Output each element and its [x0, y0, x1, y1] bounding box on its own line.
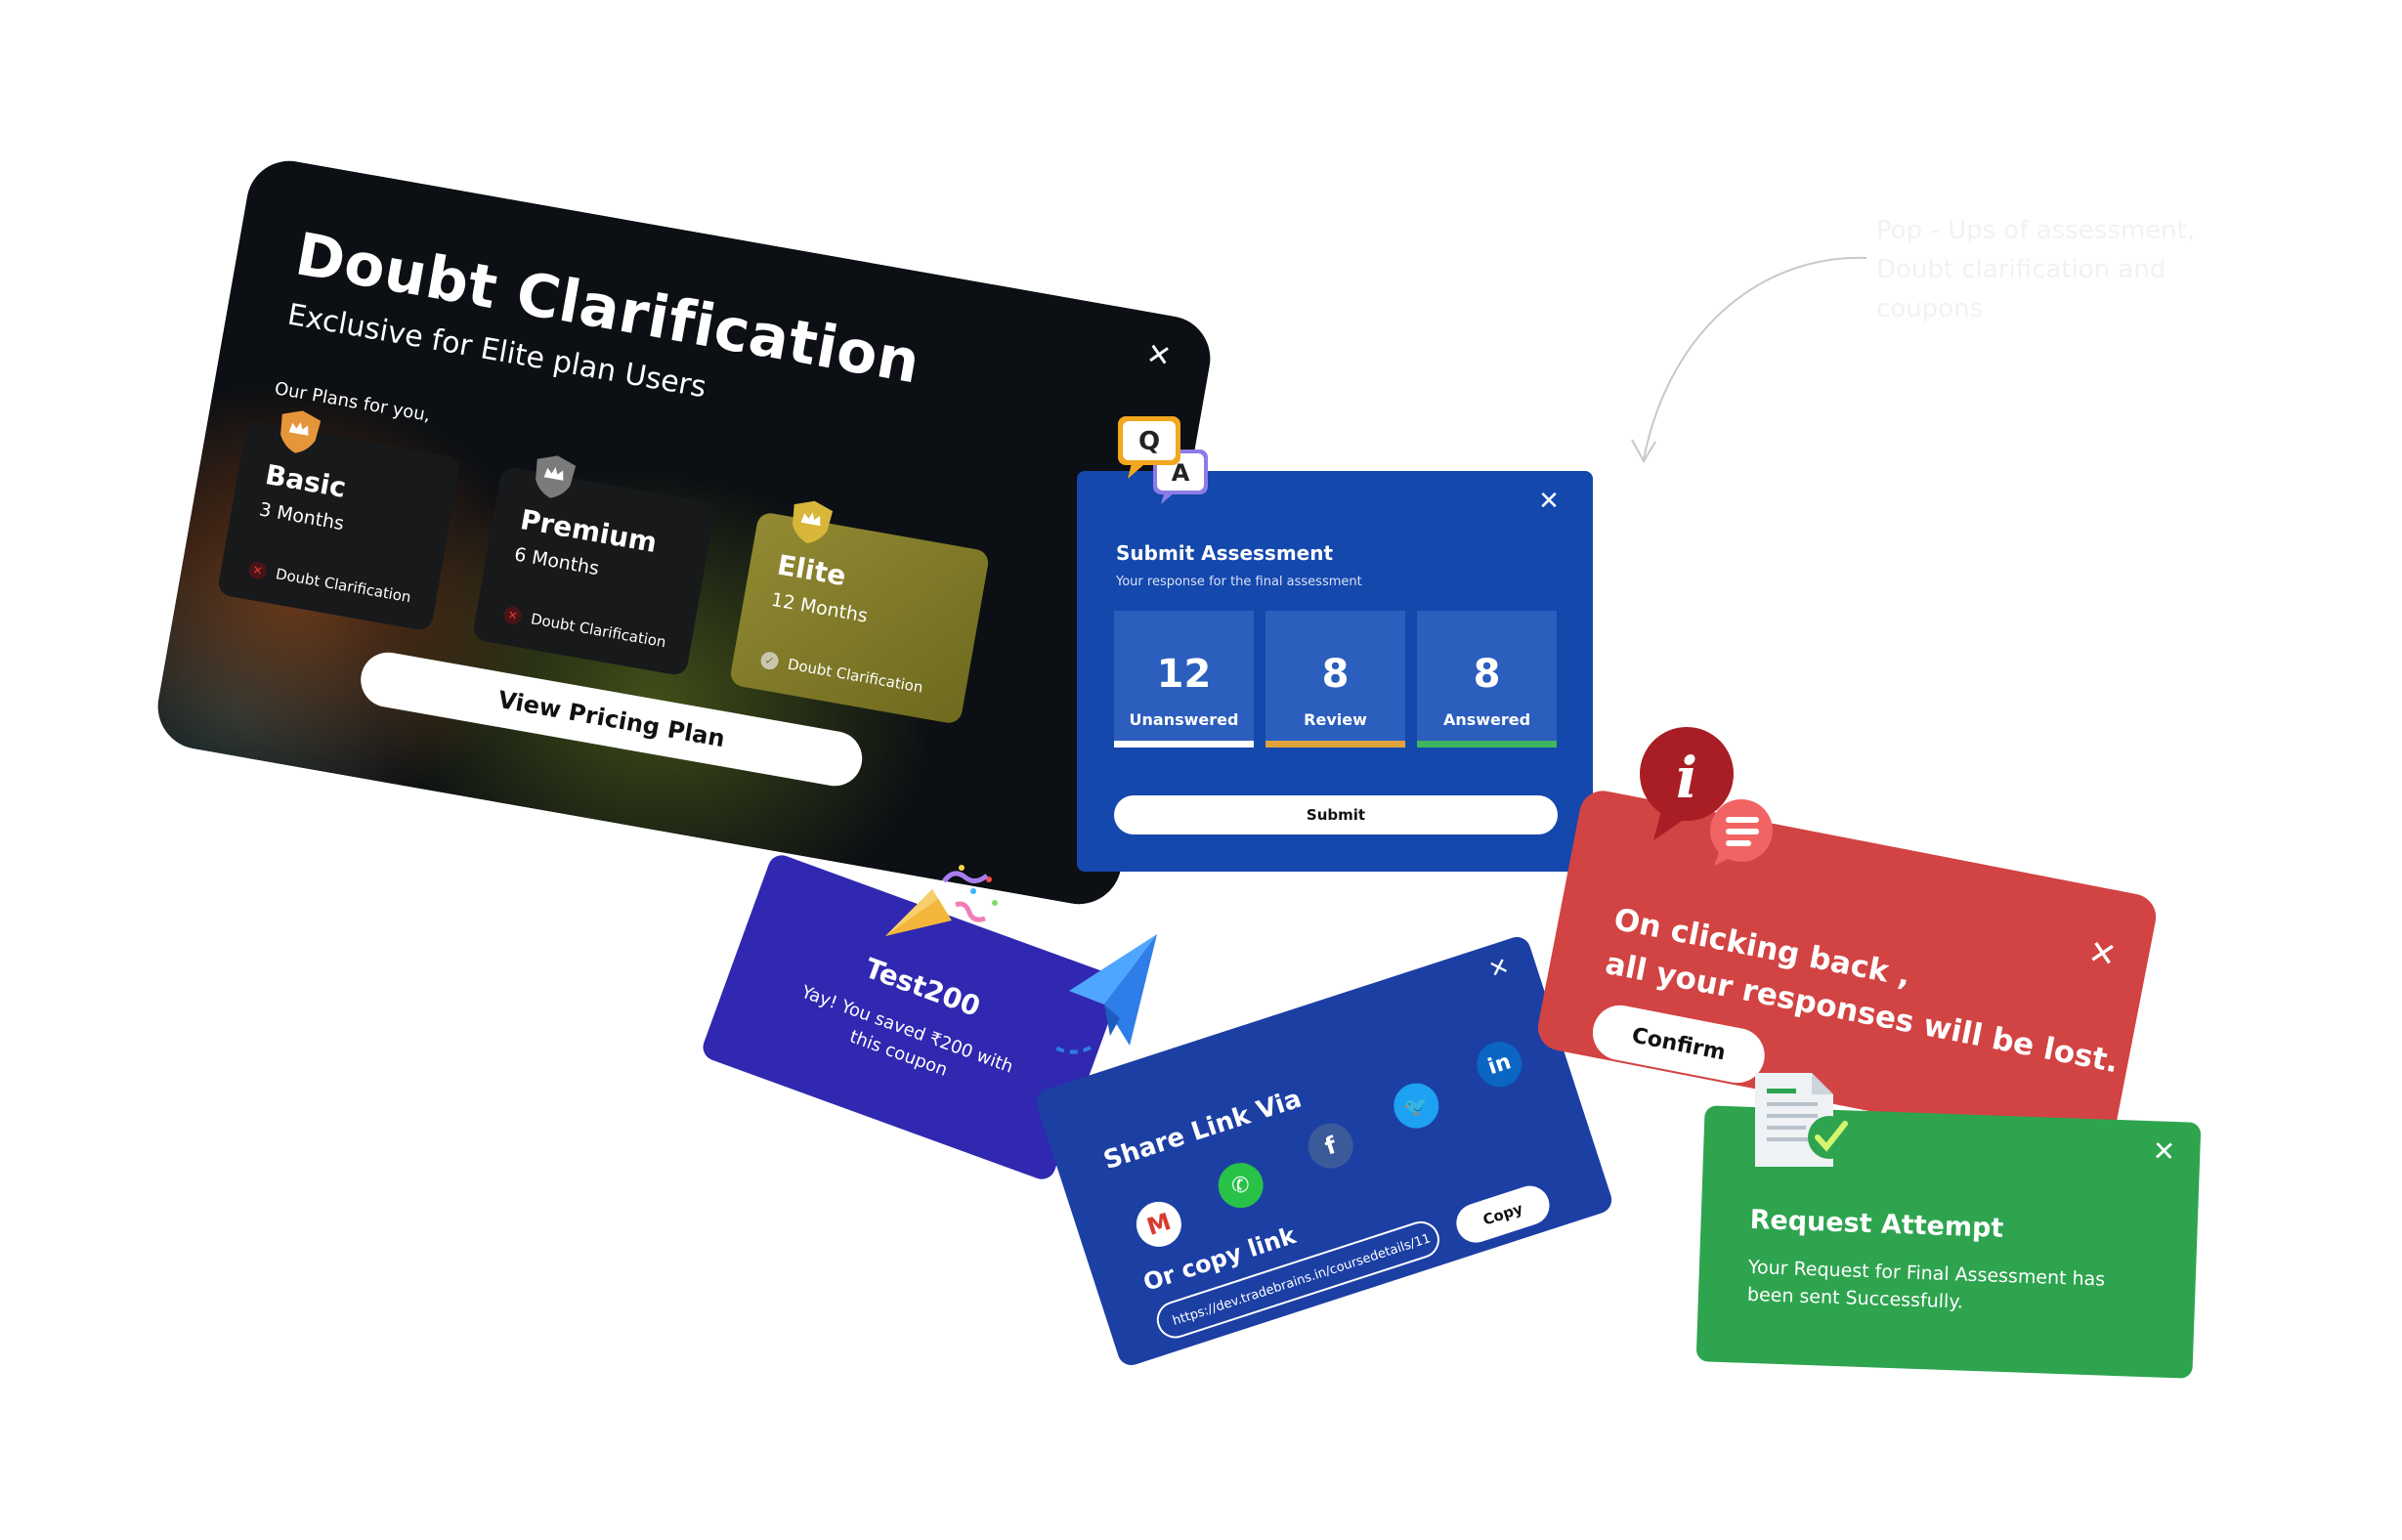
- close-icon[interactable]: ✕: [1532, 487, 1566, 520]
- copy-button[interactable]: Copy: [1451, 1180, 1555, 1248]
- close-icon[interactable]: ✕: [1479, 949, 1521, 991]
- check-icon: ✓: [759, 650, 780, 671]
- stat-bar: [1114, 741, 1254, 748]
- annotation-arrow: [1631, 256, 1867, 464]
- plan-card-basic[interactable]: Basic 3 Months ✕ Doubt Clarification: [216, 410, 461, 632]
- submit-assessment-modal: Submit Assessment Your response for the …: [1077, 471, 1593, 872]
- stat-answered: 8 Answered: [1417, 611, 1557, 748]
- crown-shield-icon: [536, 455, 577, 498]
- stat-label: Answered: [1442, 710, 1531, 729]
- plan-name: Elite: [774, 548, 849, 593]
- plan-duration: 3 Months: [257, 498, 346, 535]
- document-check-icon: [1755, 1073, 1851, 1167]
- plan-feature: ✕ Doubt Clarification: [247, 560, 412, 606]
- plan-name: Basic: [263, 457, 349, 504]
- whatsapp-icon[interactable]: ✆: [1212, 1157, 1269, 1215]
- modal-title: Request Attempt: [1749, 1204, 2004, 1244]
- close-icon[interactable]: ✕: [1139, 337, 1178, 377]
- plan-duration: 6 Months: [512, 543, 601, 580]
- stat-value: 12: [1156, 652, 1212, 697]
- stat-review: 8 Review: [1265, 611, 1405, 748]
- close-icon[interactable]: ✕: [2082, 932, 2122, 976]
- stat-value: 8: [1473, 652, 1501, 697]
- question-badge-letter: Q: [1138, 427, 1160, 456]
- confirm-button[interactable]: Confirm: [1588, 1001, 1770, 1088]
- stat-value: 8: [1321, 652, 1350, 697]
- stat-label: Unanswered: [1129, 710, 1239, 729]
- feature-label: Doubt Clarification: [274, 565, 412, 607]
- doubt-clarification-modal: Doubt Clarification Exclusive for Elite …: [150, 153, 1218, 912]
- annotation-note: Pop - Ups of assessment, Doubt clarifica…: [1876, 216, 2196, 323]
- question-answer-icon: A Q: [1118, 416, 1208, 504]
- stat-bar: [1265, 741, 1405, 748]
- paper-plane-icon: [1050, 934, 1157, 1054]
- plan-feature: ✕ Doubt Clarification: [502, 605, 667, 651]
- feature-label: Doubt Clarification: [529, 610, 667, 652]
- cross-icon: ✕: [502, 605, 524, 626]
- close-icon[interactable]: ✕: [2147, 1134, 2181, 1171]
- modal-title: Submit Assessment: [1116, 541, 1334, 565]
- cross-icon: ✕: [247, 560, 269, 581]
- stat-unanswered: 12 Unanswered: [1114, 611, 1254, 748]
- plan-card-elite[interactable]: Elite 12 Months ✓ Doubt Clarification: [728, 500, 991, 725]
- info-bubble-icon: i: [1640, 727, 1773, 866]
- plan-duration: 12 Months: [769, 588, 870, 627]
- modal-message: Your Request for Final Assessment has be…: [1746, 1256, 2106, 1313]
- svg-text:i: i: [1676, 745, 1697, 811]
- feature-label: Doubt Clarification: [786, 655, 924, 697]
- modal-title: Share Link Via: [1099, 1084, 1306, 1176]
- plan-card-premium[interactable]: Premium 6 Months ✕ Doubt Clarification: [471, 455, 716, 677]
- submit-button[interactable]: Submit: [1114, 795, 1558, 834]
- gmail-icon[interactable]: M: [1130, 1195, 1187, 1253]
- stat-bar: [1417, 741, 1557, 748]
- facebook-icon[interactable]: f: [1302, 1117, 1359, 1175]
- crown-shield-icon: [793, 500, 834, 544]
- modal-subtitle: Your response for the final assessment: [1116, 575, 1362, 589]
- twitter-icon[interactable]: 🐦: [1388, 1077, 1445, 1134]
- stat-label: Review: [1304, 710, 1367, 729]
- linkedin-icon[interactable]: in: [1471, 1036, 1528, 1093]
- crown-shield-icon: [280, 410, 322, 453]
- party-popper-icon: [885, 865, 998, 936]
- plan-feature: ✓ Doubt Clarification: [759, 650, 924, 697]
